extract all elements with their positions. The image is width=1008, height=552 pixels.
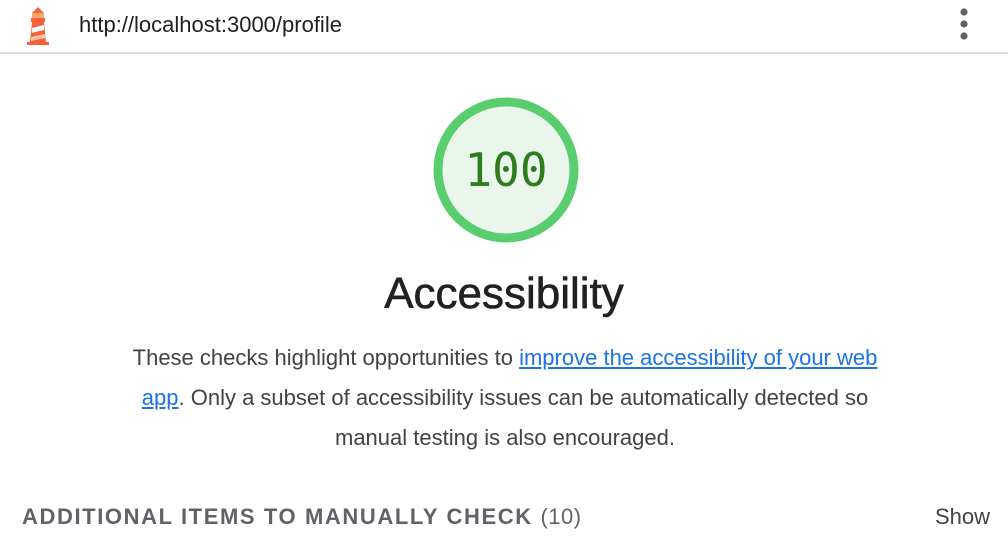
manual-checks-label: ADDITIONAL ITEMS TO MANUALLY CHECK [22, 504, 533, 529]
show-toggle-button[interactable]: Show [935, 503, 990, 531]
category-description: These checks highlight opportunities to … [110, 338, 900, 458]
category-title: Accessibility [384, 269, 624, 319]
description-text-before: These checks highlight opportunities to [132, 345, 520, 370]
description-text-after: . Only a subset of accessibility issues … [178, 385, 869, 450]
score-value: 100 [464, 143, 548, 197]
manual-checks-header[interactable]: ADDITIONAL ITEMS TO MANUALLY CHECK (10) [22, 503, 582, 531]
address-bar: http://localhost:3000/profile [0, 0, 1008, 54]
manual-checks-count: (10) [540, 504, 582, 529]
more-vert-icon[interactable] [952, 7, 976, 43]
lighthouse-icon [27, 7, 49, 45]
url-text[interactable]: http://localhost:3000/profile [79, 11, 342, 39]
